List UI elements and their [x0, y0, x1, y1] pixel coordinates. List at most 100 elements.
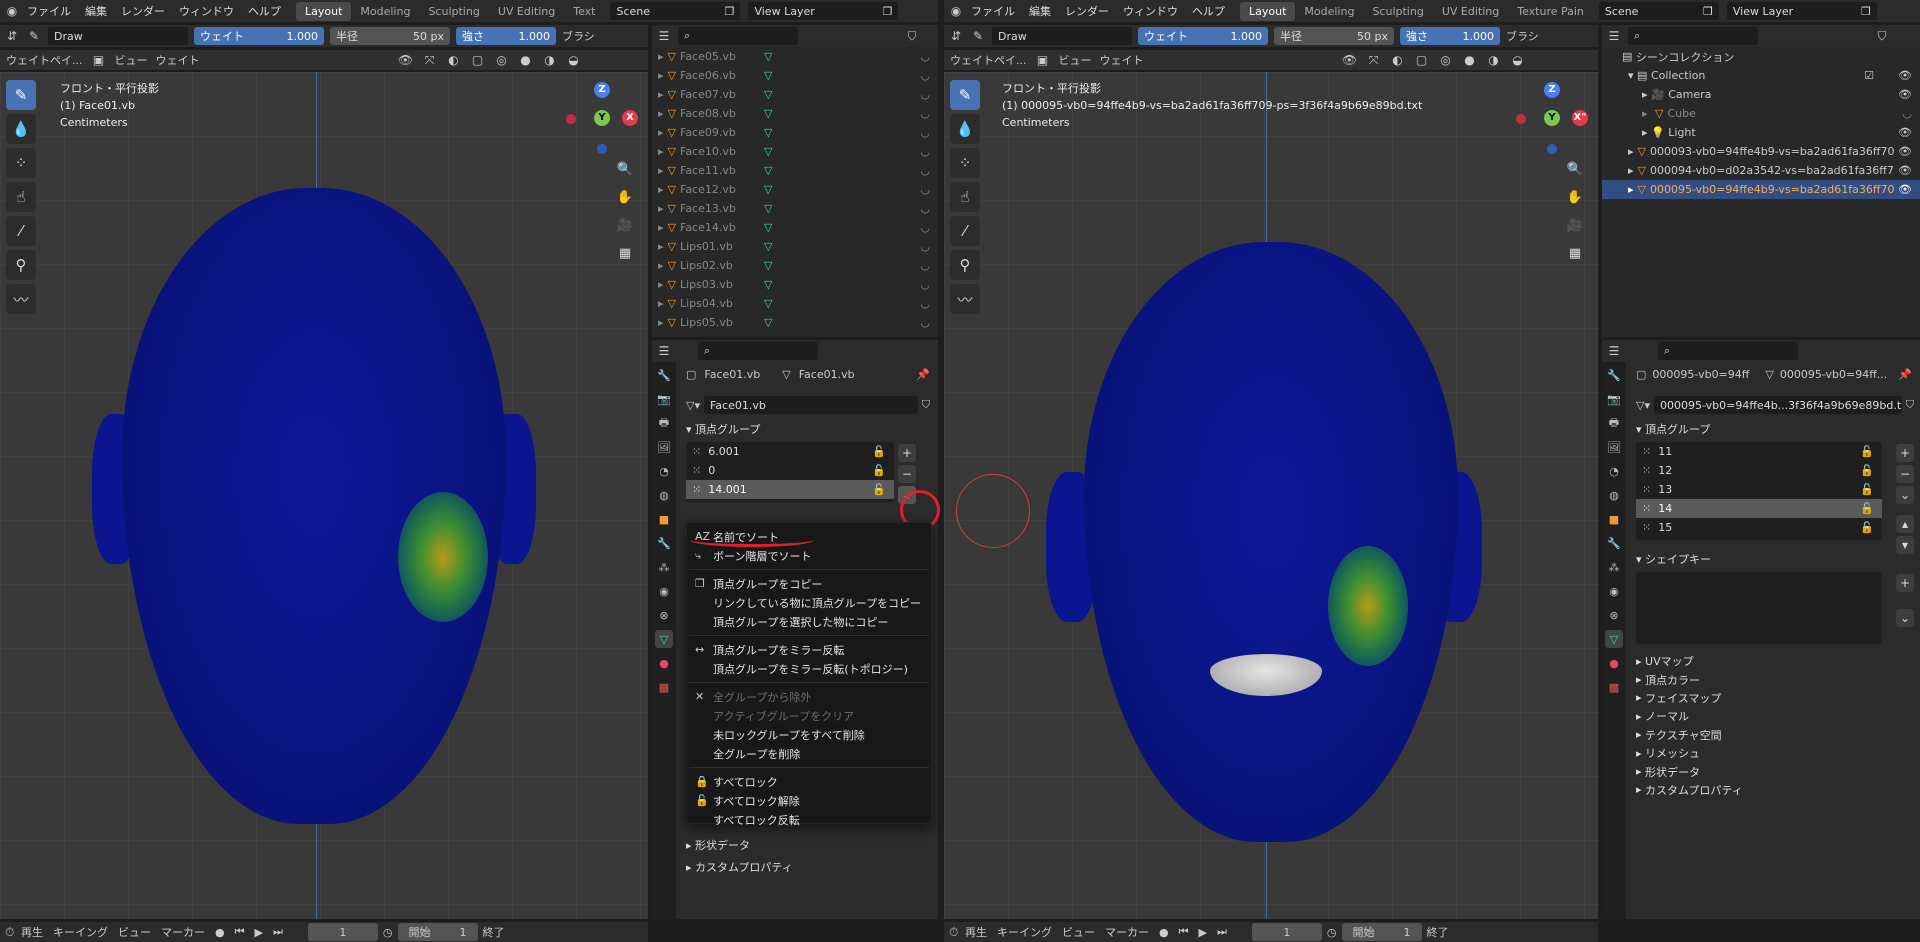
eye-icon[interactable]: 👁 — [1898, 126, 1912, 139]
view-layer-tab-icon[interactable]: 🖼 — [1605, 438, 1623, 456]
smear-tool-icon[interactable]: ☝ — [6, 182, 36, 212]
texture-tab-icon[interactable]: ▩ — [655, 678, 673, 696]
view-menu[interactable]: ビュー — [113, 924, 156, 940]
shading-material-icon[interactable]: ◑ — [542, 52, 558, 68]
camera-row[interactable]: ▸ 🎥 Camera 👁 — [1602, 85, 1920, 104]
eye-closed-icon[interactable]: ◡ — [920, 221, 930, 234]
tool-tab-icon[interactable]: 🔧 — [1605, 366, 1623, 384]
eye-closed-icon[interactable]: ◡ — [920, 240, 930, 253]
remove-vertex-group-button[interactable]: − — [1896, 465, 1914, 483]
expand-icon[interactable]: ▸ — [658, 145, 664, 158]
add-vertex-group-button[interactable]: + — [1896, 444, 1914, 462]
lock-open-icon[interactable]: 🔓 — [1860, 502, 1874, 515]
view-menu[interactable]: ビュー — [115, 52, 148, 68]
render-tab-icon[interactable]: 📷 — [655, 390, 673, 408]
context-menu-item[interactable]: ⤷ ボーン階層でソート — [687, 546, 931, 565]
move-up-button[interactable]: ▴ — [1896, 515, 1914, 533]
world-tab-icon[interactable]: ◍ — [655, 486, 673, 504]
overlay-icon[interactable]: ◐ — [446, 52, 462, 68]
lock-open-icon[interactable]: 🔓 — [1860, 445, 1874, 458]
brush-icon[interactable]: ✎ — [970, 28, 986, 44]
play-icon[interactable]: ▶ — [250, 926, 268, 939]
object-row-1[interactable]: ▸ ▽ 000093-vb0=94ffe4b9-vs=ba2ad61fa36ff70… — [1602, 142, 1920, 161]
gizmo-neg-x-icon[interactable] — [566, 114, 576, 124]
eye-closed-icon[interactable]: ◡ — [920, 50, 930, 63]
view-menu[interactable]: ビュー — [1057, 924, 1100, 940]
add-vertex-group-button[interactable]: + — [898, 444, 916, 462]
workspace-tab[interactable]: Modeling — [1295, 2, 1363, 21]
expand-icon[interactable]: ▸ — [658, 297, 664, 310]
gizmo-neg-x-icon[interactable] — [1516, 114, 1526, 124]
copy-icon[interactable]: ❐ — [883, 5, 893, 18]
expand-icon[interactable]: ▸ — [658, 50, 664, 63]
view-layer-selector[interactable]: View Layer ❐ — [1726, 2, 1877, 20]
eye-closed-icon[interactable]: ◡ — [920, 126, 930, 139]
scene-collection-row[interactable]: ▤ シーンコレクション — [1602, 47, 1920, 66]
workspace-tab[interactable]: Text — [564, 2, 604, 21]
object-tab-icon[interactable]: ■ — [655, 510, 673, 528]
expand-icon[interactable]: ▸ — [658, 183, 664, 196]
mesh-name-field[interactable]: Face01.vb — [703, 396, 918, 414]
view-menu[interactable]: ビュー — [1059, 52, 1092, 68]
fake-user-icon[interactable]: ⛉ — [922, 398, 930, 412]
eye-closed-icon[interactable]: ◡ — [920, 164, 930, 177]
mesh-browse-icon[interactable]: ▽▾ — [686, 399, 700, 412]
start-frame-field[interactable]: 開始 1 — [1341, 923, 1422, 941]
material-tab-icon[interactable]: ● — [655, 654, 673, 672]
eye-closed-icon[interactable]: ◡ — [920, 69, 930, 82]
expand-icon[interactable]: ▸ — [658, 278, 664, 291]
blender-logo-icon[interactable]: ◉ — [4, 3, 20, 19]
output-tab-icon[interactable]: 🖶 — [655, 414, 673, 432]
draw-tool-icon[interactable]: ✎ — [950, 80, 980, 110]
context-menu-item[interactable]: 🔓 すべてロック解除 — [687, 791, 931, 810]
jump-end-icon[interactable]: ⏭ — [268, 925, 288, 939]
outliner-row[interactable]: ▸ ▽ Face05.vb ▽ ◡ — [652, 47, 938, 66]
eye-closed-icon[interactable]: ◡ — [920, 183, 930, 196]
remove-vertex-group-button[interactable]: − — [898, 465, 916, 483]
gizmo-x-icon[interactable]: X" — [1572, 110, 1588, 126]
vertex-group-row[interactable]: ⁙ 0 🔓 — [686, 461, 894, 480]
gradient-tool-icon[interactable]: ⁄ — [950, 216, 980, 246]
eye-closed-icon[interactable]: ◡ — [1902, 107, 1912, 120]
render-tab-icon[interactable]: 📷 — [1605, 390, 1623, 408]
vertex-group-row[interactable]: ⁙ 15 🔓 — [1636, 518, 1882, 537]
workspace-tab[interactable]: Modeling — [351, 2, 419, 21]
editor-type-icon[interactable]: ☰ — [1606, 343, 1622, 359]
mask-icon[interactable]: ▣ — [1035, 52, 1051, 68]
cube-row[interactable]: ▸ ▽ Cube ◡ — [1602, 104, 1920, 123]
eye-icon[interactable]: 👁 — [1898, 183, 1912, 196]
pin-icon[interactable]: 📌 — [916, 368, 930, 381]
brush-icon[interactable]: ✎ — [26, 28, 42, 44]
gizmo-z-icon[interactable]: Z — [594, 82, 610, 98]
outliner-search[interactable]: ⌕ — [678, 27, 798, 45]
gizmo-y-icon[interactable]: Y — [594, 110, 610, 126]
eye-closed-icon[interactable]: ◡ — [920, 107, 930, 120]
particles-tab-icon[interactable]: ⁂ — [655, 558, 673, 576]
context-menu-item[interactable]: リンクしている物に頂点グループをコピー — [687, 593, 931, 612]
visibility-icon[interactable]: 👁 — [1342, 52, 1358, 68]
gizmo-x-icon[interactable]: X — [622, 110, 638, 126]
vertex-group-row[interactable]: ⁙ 13 🔓 — [1636, 480, 1882, 499]
average-tool-icon[interactable]: ⁘ — [6, 148, 36, 178]
keying-menu[interactable]: キーイング — [48, 924, 113, 940]
collection-row[interactable]: ▾ ▤ Collection ☑ 👁 — [1602, 66, 1920, 85]
expand-icon[interactable]: ▸ — [658, 126, 664, 139]
object-row-2[interactable]: ▸ ▽ 000094-vb0=d02a3542-vs=ba2ad61fa36ff7 👁 — [1602, 161, 1920, 180]
lock-open-icon[interactable]: 🔓 — [872, 483, 886, 496]
expand-icon[interactable]: ▸ — [658, 335, 664, 337]
workspace-tab[interactable]: Layout — [296, 1, 352, 21]
modifier-tab-icon[interactable]: 🔧 — [1605, 534, 1623, 552]
camera-view-icon[interactable]: 🎥 — [1564, 214, 1586, 236]
context-menu-item[interactable]: 頂点グループを選択した物にコピー — [687, 612, 931, 631]
workspace-tab[interactable]: Sculpting — [419, 2, 488, 21]
add-shape-key-button[interactable]: + — [1896, 574, 1914, 592]
workspace-tab[interactable]: Sculpting — [1363, 2, 1432, 21]
collapsed-panel-header[interactable]: ▸ 頂点カラー — [1636, 670, 1912, 688]
collapsed-panel-header[interactable]: ▸ テクスチャ空間 — [1636, 726, 1912, 744]
context-menu-item[interactable]: 頂点グループをミラー反転(トポロジー) — [687, 659, 931, 678]
eye-closed-icon[interactable]: ◡ — [920, 88, 930, 101]
radius-field[interactable]: 半径 50 px — [1274, 27, 1394, 45]
custom-properties-panel-header[interactable]: ▸ カスタムプロパティ — [686, 856, 793, 878]
camera-view-icon[interactable]: 🎥 — [614, 214, 636, 236]
context-menu-item[interactable]: すべてロック反転 — [687, 810, 931, 829]
